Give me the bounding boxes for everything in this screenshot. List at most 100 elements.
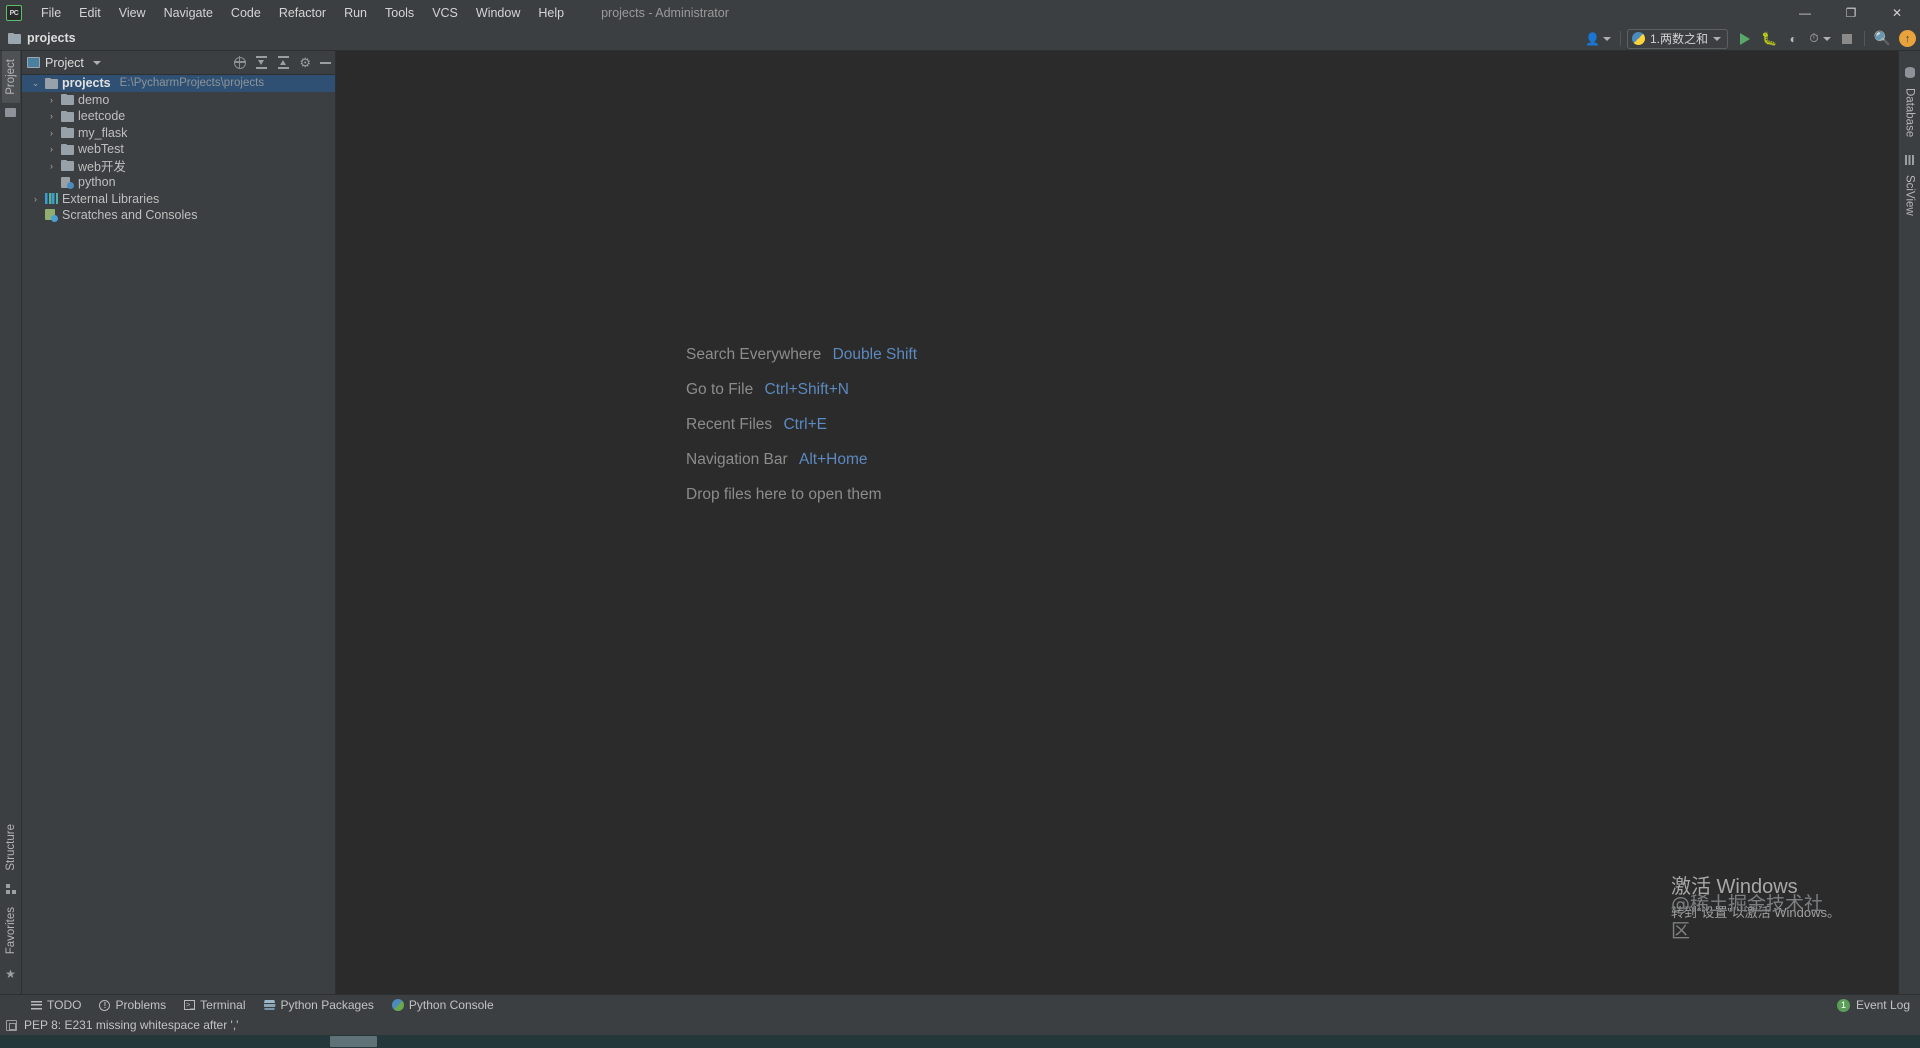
- hint-action: Recent Files: [686, 416, 773, 433]
- menu-navigate[interactable]: Navigate: [155, 2, 222, 24]
- chevron-right-icon[interactable]: ›: [46, 161, 57, 171]
- stop-button[interactable]: [1836, 28, 1858, 49]
- profile-button[interactable]: ⏱: [1806, 28, 1833, 49]
- hint-action: Navigation Bar: [686, 451, 788, 468]
- tree-indent-spacer: ​: [30, 210, 41, 220]
- database-icon: [1904, 67, 1915, 78]
- close-button[interactable]: ✕: [1874, 0, 1920, 26]
- tree-row-web-dev[interactable]: › web开发: [22, 158, 335, 174]
- chevron-right-icon[interactable]: ›: [46, 95, 57, 105]
- chevron-right-icon[interactable]: ›: [46, 144, 57, 154]
- profile-icon: ⏱: [1809, 31, 1819, 45]
- tree-label: python: [78, 175, 116, 190]
- folder-icon: [61, 94, 74, 106]
- search-icon: 🔍: [1873, 30, 1891, 46]
- windows-taskbar: [0, 1035, 1920, 1048]
- rail-tab-favorites[interactable]: Favorites: [2, 899, 20, 962]
- chevron-right-icon[interactable]: ›: [46, 128, 57, 138]
- stop-icon: [1841, 33, 1852, 44]
- structure-icon: [5, 883, 16, 894]
- tree-row-scratches[interactable]: ​ Scratches and Consoles: [22, 207, 335, 224]
- tool-button-terminal[interactable]: >_ Terminal: [175, 995, 254, 1016]
- packages-icon: [263, 1000, 276, 1010]
- tree-row-webtest[interactable]: › webTest: [22, 141, 335, 158]
- hide-panel-icon[interactable]: [320, 61, 331, 64]
- hint-shortcut: Ctrl+E: [783, 416, 827, 433]
- run-configuration-selector[interactable]: 1.两数之和: [1626, 28, 1728, 49]
- tool-button-python-console[interactable]: Python Console: [383, 995, 503, 1016]
- run-button[interactable]: [1734, 28, 1756, 49]
- menu-vcs[interactable]: VCS: [423, 2, 467, 24]
- editor-empty-area[interactable]: Search Everywhere Double Shift Go to Fil…: [336, 51, 1898, 994]
- project-panel-tab-label: Project: [45, 55, 84, 70]
- select-opened-file-icon[interactable]: [233, 56, 247, 69]
- problems-icon: !: [99, 999, 111, 1011]
- hint-shortcut: Ctrl+Shift+N: [764, 381, 849, 398]
- window-title: projects - Administrator: [601, 6, 729, 20]
- rail-tab-project[interactable]: Project: [1, 51, 20, 103]
- chevron-right-icon[interactable]: ›: [46, 111, 57, 121]
- star-icon: ★: [5, 967, 16, 981]
- chevron-down-icon: [1822, 36, 1831, 41]
- status-bar: PEP 8: E231 missing whitespace after ',': [0, 1015, 1920, 1035]
- settings-gear-icon[interactable]: ⚙: [299, 55, 311, 71]
- event-log-label: Event Log: [1855, 998, 1910, 1012]
- run-with-coverage-button[interactable]: ◐: [1782, 28, 1804, 49]
- scratches-icon: [45, 208, 58, 222]
- tree-row-python[interactable]: ​ python: [22, 174, 335, 191]
- search-button[interactable]: 🔍: [1871, 28, 1894, 49]
- menu-file[interactable]: File: [32, 2, 70, 24]
- python-icon: [1631, 32, 1645, 45]
- project-panel-header: Project ⚙: [22, 51, 335, 75]
- tool-button-problems[interactable]: ! Problems: [90, 995, 175, 1016]
- hint-search-everywhere: Search Everywhere Double Shift: [686, 346, 917, 364]
- chevron-down-icon[interactable]: ⌄: [30, 78, 41, 89]
- event-log-button[interactable]: 1 Event Log: [1836, 998, 1910, 1012]
- tree-label: my_flask: [78, 125, 128, 140]
- hint-action: Search Everywhere: [686, 346, 822, 363]
- menu-run[interactable]: Run: [335, 2, 376, 24]
- tool-button-todo[interactable]: TODO: [22, 995, 90, 1016]
- menu-help[interactable]: Help: [529, 2, 573, 24]
- menu-bar: File Edit View Navigate Code Refactor Ru…: [32, 2, 573, 24]
- project-tool-window: Project ⚙ ⌄ projects E:\PycharmProjects\…: [22, 51, 336, 994]
- rail-tab-database[interactable]: Database: [1901, 82, 1919, 143]
- python-module-icon: [61, 176, 74, 189]
- hint-drop-files: Drop files here to open them: [686, 486, 917, 504]
- run-configuration-label: 1.两数之和: [1649, 32, 1708, 46]
- tool-button-python-packages[interactable]: Python Packages: [255, 995, 383, 1016]
- menu-tools[interactable]: Tools: [376, 2, 423, 24]
- rail-tab-structure[interactable]: Structure: [2, 816, 20, 879]
- tree-label: demo: [78, 92, 110, 107]
- tree-row-external-libraries[interactable]: › External Libraries: [22, 191, 335, 208]
- tree-row-my-flask[interactable]: › my_flask: [22, 125, 335, 142]
- tree-row-leetcode[interactable]: › leetcode: [22, 108, 335, 125]
- menu-refactor[interactable]: Refactor: [270, 2, 335, 24]
- folder-icon: [5, 107, 16, 117]
- rail-tab-sciview[interactable]: SciView: [1901, 169, 1919, 222]
- breadcrumb-label: projects: [27, 31, 76, 45]
- user-account-icon[interactable]: 👤: [1582, 28, 1614, 49]
- menu-edit[interactable]: Edit: [70, 2, 110, 24]
- minimize-button[interactable]: —: [1782, 0, 1828, 26]
- project-panel-tab[interactable]: Project: [27, 56, 101, 70]
- menu-window[interactable]: Window: [467, 2, 529, 24]
- python-console-icon: [391, 999, 404, 1011]
- breadcrumb[interactable]: projects: [8, 31, 76, 45]
- chevron-right-icon[interactable]: ›: [30, 194, 41, 204]
- taskbar-active-item[interactable]: [330, 1036, 377, 1047]
- tree-row-projects[interactable]: ⌄ projects E:\PycharmProjects\projects: [22, 75, 335, 92]
- tree-label: leetcode: [78, 109, 126, 124]
- sciview-icon: [1904, 155, 1915, 166]
- menu-code[interactable]: Code: [222, 2, 270, 24]
- tool-button-label: Terminal: [200, 998, 246, 1012]
- expand-all-icon[interactable]: [255, 56, 268, 69]
- update-available-badge[interactable]: ↑: [1899, 30, 1916, 47]
- folder-icon: [45, 77, 58, 89]
- collapse-all-icon[interactable]: [277, 56, 290, 69]
- restore-button[interactable]: ❐: [1828, 0, 1874, 26]
- debug-button[interactable]: 🐛: [1758, 28, 1780, 49]
- tree-row-demo[interactable]: › demo: [22, 92, 335, 109]
- menu-view[interactable]: View: [110, 2, 155, 24]
- rail-tab-sciview-label: SciView: [1903, 175, 1916, 216]
